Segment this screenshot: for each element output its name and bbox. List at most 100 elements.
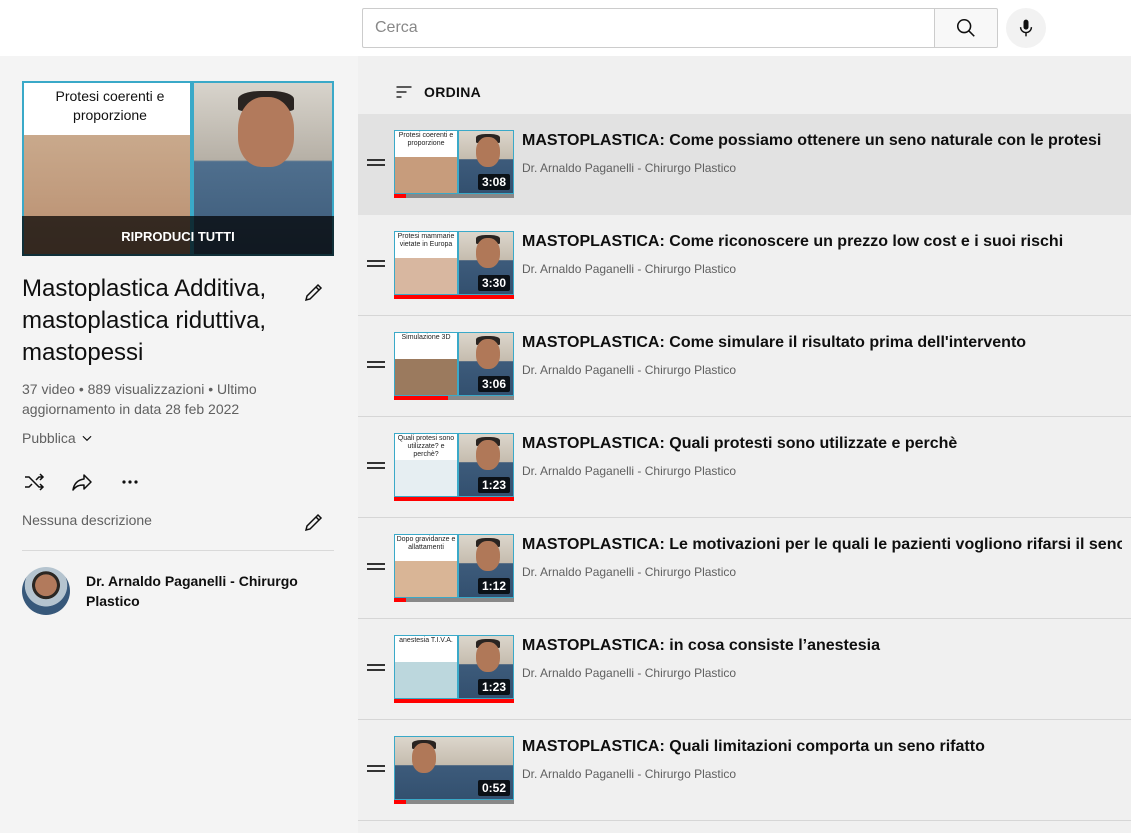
video-thumbnail[interactable]: Dopo gravidanze e allattamenti 1:12 (394, 534, 514, 602)
video-duration: 1:23 (477, 477, 510, 493)
video-channel[interactable]: Dr. Arnaldo Paganelli - Chirurgo Plastic… (522, 262, 736, 276)
video-row[interactable]: Protesi mammarie vietate in Europa 3:30 … (358, 215, 1131, 316)
more-options-button[interactable] (118, 470, 142, 494)
thumb-picture (395, 359, 457, 395)
hero-caption: Protesi coerenti e proporzione (55, 88, 165, 123)
edit-title-button[interactable] (302, 280, 326, 304)
video-row[interactable]: Simulazione 3D 3:06 MASTOPLASTICA: Come … (358, 316, 1131, 417)
voice-search-button[interactable] (1006, 8, 1046, 48)
drag-handle-icon[interactable] (367, 158, 385, 166)
edit-description-button[interactable] (302, 510, 326, 534)
playlist-actions (22, 470, 142, 494)
video-title[interactable]: MASTOPLASTICA: Quali limitazioni comport… (522, 736, 1122, 758)
video-row[interactable]: Protesi coerenti e proporzione 3:08 MAST… (358, 114, 1131, 215)
video-thumbnail[interactable]: 0:52 (394, 736, 514, 804)
video-title[interactable]: MASTOPLASTICA: Come riconoscere un prezz… (522, 231, 1122, 253)
video-duration: 1:12 (477, 578, 510, 594)
thumb-picture (395, 662, 457, 698)
video-channel[interactable]: Dr. Arnaldo Paganelli - Chirurgo Plastic… (522, 363, 736, 377)
thumb-caption: Quali protesi sono utilizzate? e perchè? (397, 435, 455, 458)
privacy-label: Pubblica (22, 430, 76, 446)
video-row[interactable]: Quali protesi sono utilizzate? e perchè?… (358, 417, 1131, 518)
search-input[interactable] (363, 9, 935, 47)
video-list: Protesi coerenti e proporzione 3:08 MAST… (358, 114, 1131, 821)
thumb-left-panel: Simulazione 3D (394, 332, 458, 396)
video-row[interactable]: 0:52 MASTOPLASTICA: Quali limitazioni co… (358, 720, 1131, 821)
video-channel[interactable]: Dr. Arnaldo Paganelli - Chirurgo Plastic… (522, 767, 736, 781)
watch-progress-bar (394, 295, 514, 299)
video-thumbnail[interactable]: Quali protesi sono utilizzate? e perchè?… (394, 433, 514, 501)
thumb-picture (395, 258, 457, 294)
video-channel[interactable]: Dr. Arnaldo Paganelli - Chirurgo Plastic… (522, 565, 736, 579)
watch-progress-track (394, 194, 514, 198)
video-title[interactable]: MASTOPLASTICA: Le motivazioni per le qua… (522, 534, 1122, 556)
privacy-dropdown[interactable]: Pubblica (22, 430, 94, 446)
video-duration: 1:23 (477, 679, 510, 695)
thumb-face (476, 137, 500, 167)
video-channel[interactable]: Dr. Arnaldo Paganelli - Chirurgo Plastic… (522, 666, 736, 680)
hero-face (238, 97, 294, 167)
drag-handle-icon[interactable] (367, 663, 385, 671)
playlist-description: Nessuna descrizione (22, 512, 152, 528)
drag-handle-icon[interactable] (367, 461, 385, 469)
thumb-left-panel: anestesia T.I.V.A. (394, 635, 458, 699)
share-icon (72, 474, 92, 491)
video-channel[interactable]: Dr. Arnaldo Paganelli - Chirurgo Plastic… (522, 464, 736, 478)
chevron-down-icon (82, 435, 92, 442)
thumb-face (476, 339, 500, 369)
thumb-left-panel: Quali protesi sono utilizzate? e perchè? (394, 433, 458, 497)
video-duration: 0:52 (477, 780, 510, 796)
drag-handle-icon[interactable] (367, 562, 385, 570)
drag-handle-icon[interactable] (367, 764, 385, 772)
watch-progress-bar (394, 396, 448, 400)
share-button[interactable] (70, 470, 94, 494)
video-title[interactable]: MASTOPLASTICA: in cosa consiste l’aneste… (522, 635, 1122, 657)
thumb-left-panel: Protesi mammarie vietate in Europa (394, 231, 458, 295)
video-duration: 3:06 (477, 376, 510, 392)
thumb-face (476, 642, 500, 672)
top-header (0, 0, 1131, 56)
video-title[interactable]: MASTOPLASTICA: Come possiamo ottenere un… (522, 130, 1122, 152)
video-duration: 3:08 (477, 174, 510, 190)
sort-button[interactable]: ORDINA (394, 82, 481, 102)
drag-handle-icon[interactable] (367, 259, 385, 267)
thumb-face (412, 743, 436, 773)
thumb-caption: Protesi mammarie vietate in Europa (397, 233, 455, 248)
video-title[interactable]: MASTOPLASTICA: Quali protesti sono utili… (522, 433, 1122, 455)
thumb-caption: Simulazione 3D (401, 334, 451, 341)
more-horizontal-icon (122, 480, 138, 484)
video-title[interactable]: MASTOPLASTICA: Come simulare il risultat… (522, 332, 1122, 354)
video-thumbnail[interactable]: Protesi mammarie vietate in Europa 3:30 (394, 231, 514, 299)
search-icon (956, 18, 975, 37)
drag-handle-icon[interactable] (367, 360, 385, 368)
thumb-caption: anestesia T.I.V.A. (399, 637, 453, 644)
search-box[interactable] (362, 8, 935, 48)
video-thumbnail[interactable]: Simulazione 3D 3:06 (394, 332, 514, 400)
watch-progress-bar (394, 800, 406, 804)
video-channel[interactable]: Dr. Arnaldo Paganelli - Chirurgo Plastic… (522, 161, 736, 175)
pencil-icon (304, 283, 323, 302)
thumb-caption: Dopo gravidanze e allattamenti (396, 536, 456, 551)
video-thumbnail[interactable]: Protesi coerenti e proporzione 3:08 (394, 130, 514, 198)
shuffle-icon (25, 473, 45, 491)
search-button[interactable] (934, 8, 998, 48)
thumb-left-panel: Dopo gravidanze e allattamenti (394, 534, 458, 598)
video-row[interactable]: anestesia T.I.V.A. 1:23 MASTOPLASTICA: i… (358, 619, 1131, 720)
pencil-icon (304, 513, 323, 532)
sort-icon (396, 86, 412, 98)
watch-progress-bar (394, 699, 514, 703)
owner-avatar[interactable] (22, 567, 70, 615)
shuffle-button[interactable] (22, 470, 46, 494)
video-thumbnail[interactable]: anestesia T.I.V.A. 1:23 (394, 635, 514, 703)
watch-progress-track (394, 598, 514, 602)
microphone-icon (1019, 19, 1033, 37)
play-all-button[interactable]: RIPRODUCI TUTTI (22, 216, 334, 256)
thumb-face (476, 541, 500, 571)
owner-name-link[interactable]: Dr. Arnaldo Paganelli - Chirurgo Plastic… (86, 571, 306, 611)
playlist-header-panel: Protesi coerenti e proporzione RIPRODUCI… (0, 56, 358, 833)
video-row[interactable]: Dopo gravidanze e allattamenti 1:12 MAST… (358, 518, 1131, 619)
thumb-picture (395, 157, 457, 193)
playlist-hero-thumbnail[interactable]: Protesi coerenti e proporzione RIPRODUCI… (22, 81, 334, 256)
playlist-title: Mastoplastica Additiva, mastoplastica ri… (22, 275, 267, 366)
thumb-caption: Protesi coerenti e proporzione (398, 132, 454, 147)
